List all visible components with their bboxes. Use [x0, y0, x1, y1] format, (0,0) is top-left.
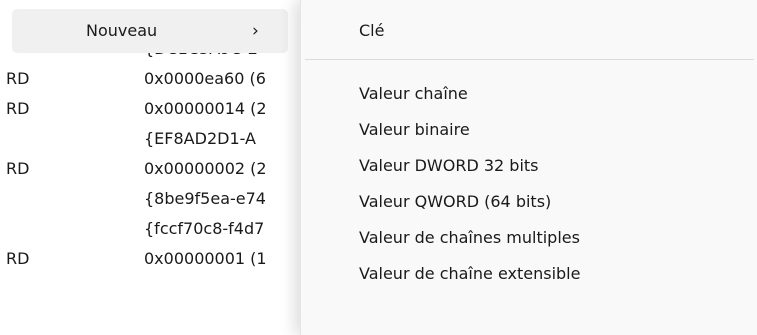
submenu-item-label: Clé: [359, 21, 385, 40]
submenu-item-multi-string-value[interactable]: Valeur de chaînes multiples: [301, 220, 757, 256]
registry-row-type: RD: [6, 99, 30, 118]
new-submenu: Clé Valeur chaîne Valeur binaire Valeur …: [300, 0, 757, 335]
registry-row-type: RD: [6, 159, 30, 178]
menu-separator: [305, 59, 754, 60]
registry-row-value: {fccf70c8-f4d7: [144, 219, 265, 238]
registry-row-value: {EF8AD2D1-A: [144, 129, 256, 148]
submenu-item-label: Valeur binaire: [359, 120, 470, 139]
submenu-item-label: Valeur de chaîne extensible: [359, 264, 581, 283]
registry-row[interactable]: {8be9f5ea-e74: [0, 184, 300, 214]
registry-row-value: {8be9f5ea-e74: [144, 189, 266, 208]
registry-editor-context-menu: {DC1C5A9C-E RD 0x0000ea60 (6 RD 0x000000…: [0, 0, 757, 335]
submenu-item-qword-value[interactable]: Valeur QWORD (64 bits): [301, 184, 757, 220]
registry-row[interactable]: {fccf70c8-f4d7: [0, 214, 300, 244]
submenu-item-label: Valeur de chaînes multiples: [359, 228, 580, 247]
registry-row-value: 0x00000002 (2: [144, 159, 267, 178]
submenu-item-binary-value[interactable]: Valeur binaire: [301, 112, 757, 148]
submenu-item-label: Valeur chaîne: [359, 84, 468, 103]
submenu-item-expandable-string-value[interactable]: Valeur de chaîne extensible: [301, 256, 757, 292]
submenu-item-key[interactable]: Clé: [301, 13, 757, 49]
registry-row[interactable]: RD 0x00000002 (2: [0, 154, 300, 184]
registry-row[interactable]: RD 0x00000014 (2: [0, 94, 300, 124]
registry-row-value: 0x00000014 (2: [144, 99, 267, 118]
registry-row-type: RD: [6, 249, 30, 268]
submenu-item-label: Valeur DWORD 32 bits: [359, 156, 539, 175]
submenu-item-string-value[interactable]: Valeur chaîne: [301, 76, 757, 112]
submenu-item-label: Valeur QWORD (64 bits): [359, 192, 552, 211]
registry-row-type: RD: [6, 69, 30, 88]
registry-row-value: 0x0000ea60 (6: [144, 69, 266, 88]
registry-row[interactable]: {EF8AD2D1-A: [0, 124, 300, 154]
menu-item-new-label: Nouveau: [86, 21, 158, 40]
chevron-right-icon: ›: [252, 21, 259, 41]
registry-row[interactable]: RD 0x00000001 (1: [0, 244, 300, 274]
submenu-item-dword-value[interactable]: Valeur DWORD 32 bits: [301, 148, 757, 184]
menu-item-new[interactable]: Nouveau ›: [12, 9, 288, 53]
registry-row-value: 0x00000001 (1: [144, 249, 267, 268]
registry-row[interactable]: RD 0x0000ea60 (6: [0, 64, 300, 94]
